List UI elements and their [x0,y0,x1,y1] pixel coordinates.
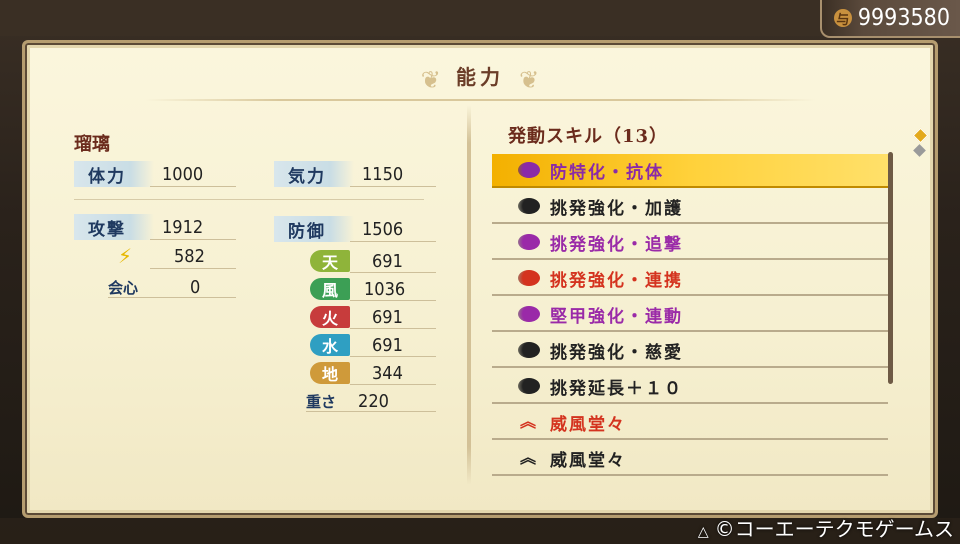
stat-ki-value: 1150 [362,163,404,185]
purple-orb-icon [518,162,540,178]
element-wind-value: 1036 [364,278,406,300]
stat-critical-label: 会心 [108,278,139,297]
element-fire-badge: 火 [310,306,350,328]
stat-weight-value: 220 [358,390,389,412]
scrollbar[interactable] [888,152,893,384]
stat-defense-label: 防御 [274,216,354,242]
stat-critical-value: 0 [190,276,201,298]
skill-row[interactable]: 防特化・抗体 [492,154,888,188]
element-fire-value: 691 [372,306,403,328]
skill-row[interactable]: 挑発強化・追撃 [492,226,888,260]
page-down-indicator-icon[interactable] [913,144,926,157]
underline [350,300,436,301]
element-water-value: 691 [372,334,403,356]
dark-orb-icon [518,378,540,394]
element-water: 水 691 [310,332,403,358]
copyright-label: ©コーエーテクモゲームス [714,517,954,541]
purple-orb-icon [518,306,540,322]
skill-row[interactable]: 挑発強化・加護 [492,190,888,224]
purple-orb-icon [518,234,540,250]
underline [350,356,436,357]
element-heaven-value: 691 [372,250,403,272]
element-earth-badge: 地 [310,362,350,384]
skill-name: 威風堂々 [550,414,626,435]
element-earth: 地 344 [310,360,403,386]
page-up-indicator-icon[interactable] [912,127,929,144]
element-fire: 火 691 [310,304,403,330]
skill-name: 挑発強化・連携 [550,270,683,291]
dark-orb-icon [518,198,540,214]
stat-lightning: ⚡ 582 [112,243,205,269]
stat-defense: 防御 1506 [274,216,403,242]
stat-ki-label: 気力 [274,161,354,187]
dark-orb-icon [518,342,540,358]
skill-row[interactable]: ︽ 威風堂々 [492,442,888,476]
skill-row[interactable]: ︽ 威風堂々 [492,406,888,440]
stat-hp-value: 1000 [162,163,204,185]
stat-defense-value: 1506 [362,218,404,240]
element-heaven: 天 691 [310,248,403,274]
skill-name: 堅甲強化・連動 [550,306,683,327]
skill-row[interactable]: 堅甲強化・連動 [492,298,888,332]
element-heaven-badge: 天 [310,250,350,272]
skills-header: 発動スキル（13） [508,126,669,147]
skill-row[interactable]: 挑発強化・連携 [492,262,888,296]
element-water-badge: 水 [310,334,350,356]
element-wind: 風 1036 [310,276,405,302]
underline [150,186,236,187]
character-name: 瑠璃 [74,134,110,155]
skill-name: 挑発強化・追撃 [550,234,683,255]
stat-lightning-value: 582 [174,245,205,267]
element-wind-badge: 風 [310,278,350,300]
copyright-text: △ ©コーエーテクモゲームス [698,513,954,542]
skill-name: 威風堂々 [550,450,626,471]
dark-chevron-icon: ︽ [519,448,536,467]
underline [306,411,436,412]
skill-name: 挑発強化・加護 [550,198,683,219]
underline [350,328,436,329]
underline [150,239,236,240]
stat-attack-value: 1912 [162,216,204,238]
stat-attack: 攻撃 1912 [74,214,203,240]
section-divider [74,199,424,200]
stat-weight-label: 重さ [306,392,337,411]
skill-name: 挑発強化・慈愛 [550,342,683,363]
stat-hp: 体力 1000 [74,161,203,187]
underline [350,384,436,385]
underline [350,241,436,242]
underline [150,268,236,269]
stat-attack-label: 攻撃 [74,214,154,240]
underline [350,272,436,273]
skill-row[interactable]: 挑発延長＋１０ [492,370,888,404]
red-orb-icon [518,270,540,286]
stat-hp-label: 体力 [74,161,154,187]
triangle-button-icon: △ [697,524,709,540]
skill-row[interactable]: 挑発強化・慈愛 [492,334,888,368]
element-earth-value: 344 [372,362,403,384]
stat-ki: 気力 1150 [274,161,403,187]
stats-overlay: 瑠璃 体力 1000 気力 1150 攻撃 1912 ⚡ 582 会心 0 防御… [0,0,960,544]
underline [108,297,236,298]
red-chevron-icon: ︽ [519,412,536,431]
skill-list: 防特化・抗体 挑発強化・加護 挑発強化・追撃 挑発強化・連携 堅甲強化・連動 挑発強化・慈… [492,154,888,478]
skill-name: 挑発延長＋１０ [550,378,683,399]
lightning-icon: ⚡ [117,244,133,268]
underline [350,186,436,187]
skill-name: 防特化・抗体 [550,162,664,183]
